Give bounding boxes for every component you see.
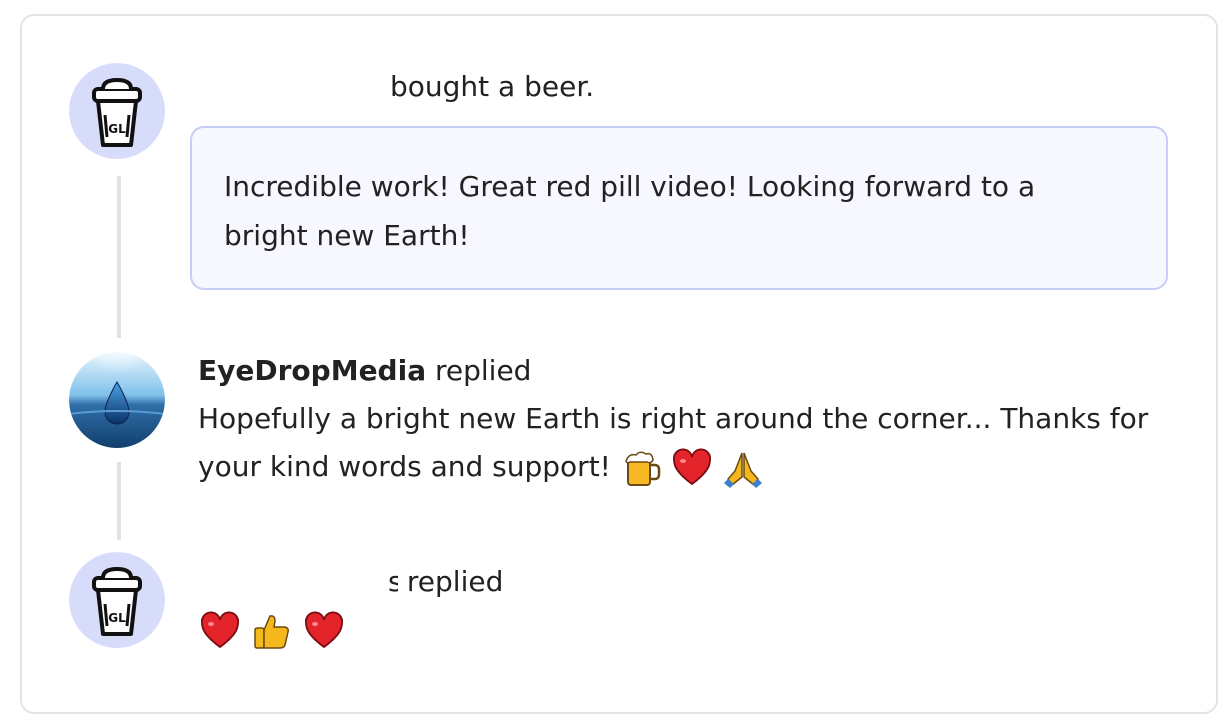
water-drop-avatar-icon xyxy=(69,352,165,448)
supporter-reply-avatar[interactable]: GL xyxy=(69,552,165,648)
creator-avatar[interactable] xyxy=(69,352,165,448)
beer-mug-icon xyxy=(620,447,662,489)
supporter-reply-header: s replied xyxy=(388,558,503,606)
folded-hands-icon xyxy=(722,447,764,489)
supporter-action-text: bought a beer. xyxy=(390,70,595,103)
thumbs-up-icon xyxy=(251,610,293,652)
thread-line-top xyxy=(117,176,121,338)
creator-reply-verb: replied xyxy=(435,354,532,387)
supporter-reply-author-tail[interactable]: s xyxy=(388,558,398,606)
red-heart-icon xyxy=(671,447,713,489)
red-heart-icon xyxy=(303,610,345,652)
supporter-reply-emojis xyxy=(199,610,345,652)
creator-reply-header: EyeDropMedia replied xyxy=(198,347,1168,395)
svg-text:GL: GL xyxy=(108,611,126,625)
creator-name[interactable]: EyeDropMedia xyxy=(198,354,426,387)
creator-reply-body: Hopefully a bright new Earth is right ar… xyxy=(198,395,1168,491)
supporter-message-text: Incredible work! Great red pill video! L… xyxy=(224,170,1036,252)
supporter-message-box: Incredible work! Great red pill video! L… xyxy=(190,126,1168,290)
red-heart-icon xyxy=(199,610,241,652)
creator-reply-block: EyeDropMedia replied Hopefully a bright … xyxy=(198,347,1168,491)
supporter-reply-verb: replied xyxy=(406,565,504,598)
supporter-avatar[interactable]: GL xyxy=(69,63,165,159)
thread-line-bottom xyxy=(117,462,121,540)
svg-text:GL: GL xyxy=(108,122,126,136)
coffee-cup-icon: GL xyxy=(69,552,165,648)
coffee-cup-icon: GL xyxy=(69,63,165,159)
